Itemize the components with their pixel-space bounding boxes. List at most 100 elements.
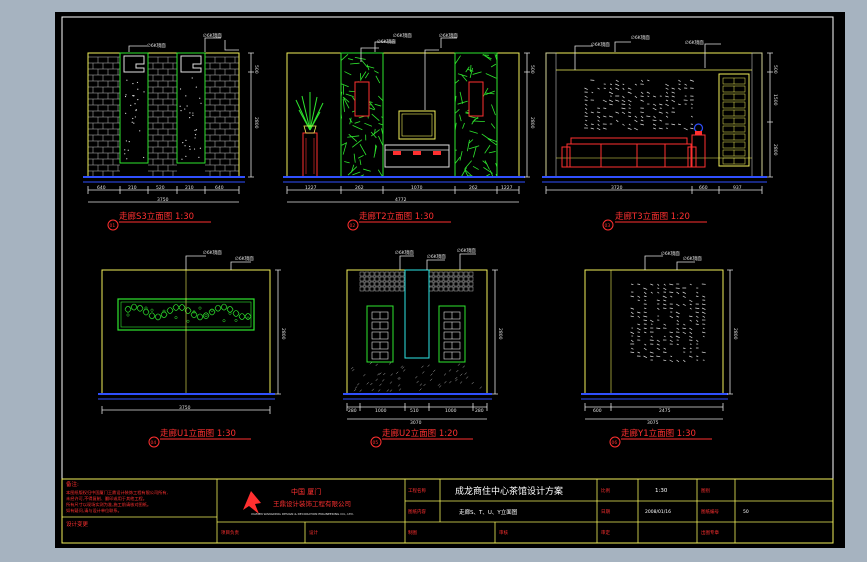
crack-line bbox=[366, 64, 370, 71]
calligraphy-stroke bbox=[676, 359, 680, 363]
number-label: 图纸编号 bbox=[701, 508, 719, 515]
calligraphy-stroke bbox=[663, 299, 667, 302]
texture-mark bbox=[430, 373, 433, 376]
crack-line bbox=[374, 103, 382, 107]
frieze-cell bbox=[443, 276, 449, 282]
calligraphy-stroke bbox=[649, 351, 654, 354]
calligraphy-stroke bbox=[656, 343, 660, 346]
frieze-cell bbox=[384, 286, 390, 292]
speckle bbox=[143, 156, 145, 159]
calligraphy-stroke bbox=[678, 79, 681, 82]
dim-label: 262 bbox=[469, 185, 478, 191]
frieze-cell bbox=[379, 281, 385, 287]
calligraphy-stroke bbox=[637, 315, 641, 318]
height-label: 2800 bbox=[253, 117, 259, 129]
annotation: ∅6K镜面 bbox=[685, 39, 704, 46]
speckle bbox=[125, 94, 127, 96]
frieze-cell bbox=[389, 281, 395, 287]
cad-viewport[interactable]: ∅6K镜面 ∅6K镜面 500 2800 640 210 520 210 640… bbox=[55, 12, 845, 548]
crack-line bbox=[341, 83, 349, 88]
calligraphy-stroke bbox=[656, 347, 660, 350]
calligraphy-stroke bbox=[652, 123, 657, 126]
elevation-s3[interactable]: ∅6K镜面 ∅6K镜面 500 2800 640 210 520 210 640… bbox=[83, 32, 259, 231]
carve-swirl bbox=[208, 308, 216, 316]
calligraphy-stroke bbox=[628, 123, 631, 126]
calligraphy-stroke bbox=[682, 327, 687, 330]
frieze-cell bbox=[394, 276, 400, 282]
calligraphy-stroke bbox=[669, 359, 674, 363]
texture-mark bbox=[427, 364, 430, 367]
calligraphy-stroke bbox=[621, 111, 626, 115]
potted-plant bbox=[295, 92, 324, 134]
company-name-en: XIAMEN WANGDING DESIGN & DECORATION ENGI… bbox=[251, 512, 354, 516]
project-name: 成龙商住中心茶馆设计方案 bbox=[455, 485, 563, 497]
texture-mark bbox=[366, 382, 369, 385]
frieze-cell bbox=[443, 281, 449, 287]
calligraphy-panel bbox=[584, 79, 694, 131]
texture-mark bbox=[462, 365, 465, 368]
wall-outline bbox=[286, 52, 520, 178]
side-column bbox=[545, 52, 557, 178]
calligraphy-stroke bbox=[584, 103, 588, 106]
speckle bbox=[125, 140, 127, 142]
crack-line bbox=[462, 122, 465, 129]
calligraphy-stroke bbox=[634, 119, 638, 123]
crack-line bbox=[353, 153, 356, 163]
calligraphy-stroke bbox=[643, 295, 647, 298]
calligraphy-stroke bbox=[671, 99, 676, 103]
speckle bbox=[199, 97, 201, 99]
elevation-t2[interactable]: ∅6K镜面 ∅6K镜面 ∅6K镜面 500 2800 1227 262 1070… bbox=[283, 32, 535, 231]
elevation-u1[interactable]: ∅6K镜面 ∅6K镜面 2800 3750 04 走廊U1立面图 1:30 bbox=[98, 249, 286, 448]
calligraphy-stroke bbox=[621, 107, 626, 110]
cabinet-drawer bbox=[393, 151, 401, 155]
texture-mark bbox=[415, 376, 418, 379]
elevation-y1[interactable]: ∅6K镜面 ∅6K镜面 2800 600 2475 3075 06 走廊Y1立面… bbox=[581, 250, 738, 448]
frieze-cell bbox=[374, 276, 380, 282]
calligraphy-stroke bbox=[634, 95, 638, 99]
texture-mark bbox=[429, 378, 433, 382]
frieze-cell bbox=[463, 281, 469, 287]
frieze-cell bbox=[364, 286, 370, 292]
dim-label: 1227 bbox=[305, 185, 317, 191]
side-table bbox=[691, 134, 706, 168]
carve-swirl bbox=[154, 313, 162, 321]
calligraphy-stroke bbox=[647, 95, 650, 97]
calligraphy-stroke bbox=[652, 103, 657, 106]
speckle bbox=[194, 137, 196, 139]
title-block[interactable]: 备注: 本图纸版权归中国厦门王鼎设计装饰工程有限公司所有, 未经许可,不得复制、… bbox=[61, 478, 834, 544]
calligraphy-stroke bbox=[603, 87, 606, 90]
date-label: 日期 bbox=[601, 509, 610, 515]
frieze-cell bbox=[448, 286, 454, 292]
calligraphy-stroke bbox=[656, 355, 661, 358]
speckle bbox=[133, 122, 135, 124]
carve-swirl bbox=[136, 304, 144, 312]
lattice-frieze bbox=[359, 271, 474, 292]
calligraphy-stroke bbox=[630, 315, 634, 318]
crack-line bbox=[454, 55, 461, 65]
frieze-cell bbox=[458, 271, 464, 277]
lattice-pattern bbox=[722, 77, 746, 165]
dim-label: 3720 bbox=[611, 185, 623, 191]
elevation-t3[interactable]: ∅6K镜面 ∅6K镜面 ∅6K镜面 500 1500 2800 3720 660… bbox=[542, 34, 778, 231]
elevation-u2[interactable]: ∅6K镜面 ∅6K镜面 ∅6K镜面 2800 280 1000 510 1000… bbox=[343, 247, 503, 448]
speckle bbox=[191, 77, 193, 79]
view-title: 走廊T3立面图 1:20 bbox=[615, 211, 690, 222]
frieze-cell bbox=[438, 271, 444, 277]
carve-swirl bbox=[178, 304, 186, 311]
view-title: 走廊T2立面图 1:30 bbox=[359, 211, 434, 222]
frieze-cell bbox=[364, 281, 370, 287]
dim-label: 3750 bbox=[157, 197, 169, 203]
texture-mark bbox=[390, 373, 393, 376]
speckle bbox=[185, 139, 187, 141]
speckle bbox=[179, 105, 181, 107]
texture-mark bbox=[388, 362, 392, 365]
speckle bbox=[125, 112, 127, 114]
checker-label: 设计 bbox=[309, 529, 318, 536]
calligraphy-stroke bbox=[682, 359, 686, 363]
annotation: ∅6K镜面 bbox=[235, 255, 254, 262]
carve-swirl bbox=[238, 313, 246, 320]
calligraphy-stroke bbox=[675, 311, 680, 315]
annotation: ∅6K镜面 bbox=[203, 32, 222, 39]
speckle bbox=[189, 112, 191, 114]
texture-mark bbox=[389, 381, 393, 384]
